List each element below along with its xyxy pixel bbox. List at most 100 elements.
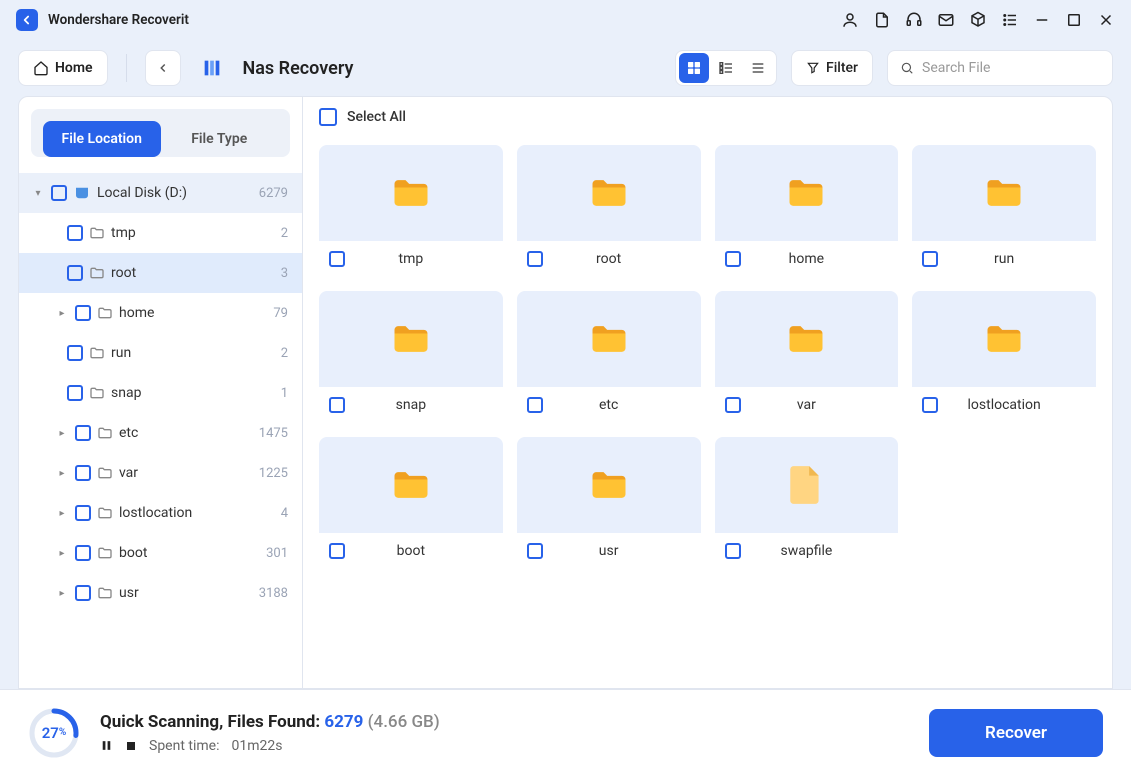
tree-item-root[interactable]: root3 xyxy=(19,253,302,293)
stop-button[interactable] xyxy=(125,740,137,752)
tile-label: root xyxy=(527,251,691,267)
file-icon[interactable] xyxy=(873,11,891,29)
tile-preview xyxy=(517,145,701,241)
tree-item-lostlocation[interactable]: ▸lostlocation4 xyxy=(19,493,302,533)
chevron-right-icon[interactable]: ▸ xyxy=(55,428,69,439)
tile-snap[interactable]: snap xyxy=(319,291,503,423)
select-all-label: Select All xyxy=(347,109,406,125)
tree-item-etc[interactable]: ▸etc1475 xyxy=(19,413,302,453)
select-all-row[interactable]: Select All xyxy=(303,97,1112,137)
disk-count: 6279 xyxy=(259,186,288,201)
filter-button[interactable]: Filter xyxy=(791,50,873,86)
checkbox[interactable] xyxy=(67,265,83,281)
detail-view-icon xyxy=(750,60,766,76)
tile-etc[interactable]: etc xyxy=(517,291,701,423)
tile-home[interactable]: home xyxy=(715,145,899,277)
checkbox[interactable] xyxy=(75,505,91,521)
grid-view-button[interactable] xyxy=(679,53,709,83)
checkbox[interactable] xyxy=(51,185,67,201)
tile-label: boot xyxy=(329,543,493,559)
checkbox[interactable] xyxy=(75,465,91,481)
search-box[interactable] xyxy=(887,50,1113,86)
folder-name: var xyxy=(119,465,253,481)
home-icon xyxy=(33,60,49,76)
tree-item-var[interactable]: ▸var1225 xyxy=(19,453,302,493)
list-view-button[interactable] xyxy=(711,53,741,83)
tab-file-location[interactable]: File Location xyxy=(43,121,161,157)
app-title: Wondershare Recoverit xyxy=(48,12,189,28)
detail-view-button[interactable] xyxy=(743,53,773,83)
folder-name: snap xyxy=(111,385,275,401)
tile-footer: lostlocation xyxy=(912,387,1096,423)
disk-name: Local Disk (D:) xyxy=(97,185,253,201)
close-icon[interactable] xyxy=(1097,11,1115,29)
back-button[interactable] xyxy=(145,50,181,86)
tile-tmp[interactable]: tmp xyxy=(319,145,503,277)
chevron-right-icon[interactable]: ▸ xyxy=(55,588,69,599)
checkbox[interactable] xyxy=(75,545,91,561)
app-logo xyxy=(16,9,38,31)
tile-label: snap xyxy=(329,397,493,413)
chevron-left-icon xyxy=(156,61,170,75)
folder-icon xyxy=(89,385,105,401)
tree-item-disk[interactable]: ▾ Local Disk (D:) 6279 xyxy=(19,173,302,213)
tile-run[interactable]: run xyxy=(912,145,1096,277)
tile-preview xyxy=(912,291,1096,387)
tile-root[interactable]: root xyxy=(517,145,701,277)
chevron-right-icon[interactable]: ▸ xyxy=(55,508,69,519)
folder-icon xyxy=(97,545,113,561)
headset-icon[interactable] xyxy=(905,11,923,29)
tile-footer: run xyxy=(912,241,1096,277)
checkbox[interactable] xyxy=(75,305,91,321)
tab-file-type[interactable]: File Type xyxy=(161,121,279,157)
tile-label: etc xyxy=(527,397,691,413)
user-icon[interactable] xyxy=(841,11,859,29)
spent-label: Spent time: xyxy=(149,738,219,754)
folder-icon xyxy=(89,265,105,281)
checkbox[interactable] xyxy=(75,585,91,601)
chevron-right-icon[interactable]: ▸ xyxy=(55,548,69,559)
tile-footer: usr xyxy=(517,533,701,569)
checkbox[interactable] xyxy=(75,425,91,441)
tile-label: lostlocation xyxy=(922,397,1086,413)
recover-button[interactable]: Recover xyxy=(929,709,1103,757)
tile-usr[interactable]: usr xyxy=(517,437,701,569)
cube-icon[interactable] xyxy=(969,11,987,29)
tile-boot[interactable]: boot xyxy=(319,437,503,569)
file-grid: tmp root homerun snap etc var lostlocation boot… xyxy=(303,137,1112,577)
pause-button[interactable] xyxy=(100,739,113,752)
minimize-icon[interactable] xyxy=(1033,11,1051,29)
status-size: (4.66 GB) xyxy=(368,712,440,732)
tile-lostlocation[interactable]: lostlocation xyxy=(912,291,1096,423)
select-all-checkbox[interactable] xyxy=(319,108,337,126)
mail-icon[interactable] xyxy=(937,11,955,29)
tile-preview xyxy=(715,291,899,387)
tree-item-boot[interactable]: ▸boot301 xyxy=(19,533,302,573)
tile-preview xyxy=(319,437,503,533)
tree-item-home[interactable]: ▸home79 xyxy=(19,293,302,333)
chevron-right-icon[interactable]: ▸ xyxy=(55,468,69,479)
tree-item-snap[interactable]: snap1 xyxy=(19,373,302,413)
checkbox[interactable] xyxy=(67,345,83,361)
titlebar: Wondershare Recoverit xyxy=(0,0,1131,40)
tile-var[interactable]: var xyxy=(715,291,899,423)
chevron-right-icon[interactable]: ▸ xyxy=(55,308,69,319)
search-input[interactable] xyxy=(922,60,1100,76)
list-icon[interactable] xyxy=(1001,11,1019,29)
tree-item-run[interactable]: run2 xyxy=(19,333,302,373)
chevron-down-icon[interactable]: ▾ xyxy=(31,188,45,199)
search-icon xyxy=(900,60,914,76)
status-column: Quick Scanning, Files Found: 6279 (4.66 … xyxy=(100,712,909,754)
tree-item-usr[interactable]: ▸usr3188 xyxy=(19,573,302,613)
tile-label: usr xyxy=(527,543,691,559)
bottom-bar: 27% Quick Scanning, Files Found: 6279 (4… xyxy=(0,689,1131,775)
tile-preview xyxy=(912,145,1096,241)
home-button[interactable]: Home xyxy=(18,50,108,86)
spent-value: 01m22s xyxy=(231,738,282,754)
maximize-icon[interactable] xyxy=(1065,11,1083,29)
tree-item-tmp[interactable]: tmp2 xyxy=(19,213,302,253)
tile-footer: boot xyxy=(319,533,503,569)
checkbox[interactable] xyxy=(67,225,83,241)
tile-swapfile[interactable]: swapfile xyxy=(715,437,899,569)
checkbox[interactable] xyxy=(67,385,83,401)
